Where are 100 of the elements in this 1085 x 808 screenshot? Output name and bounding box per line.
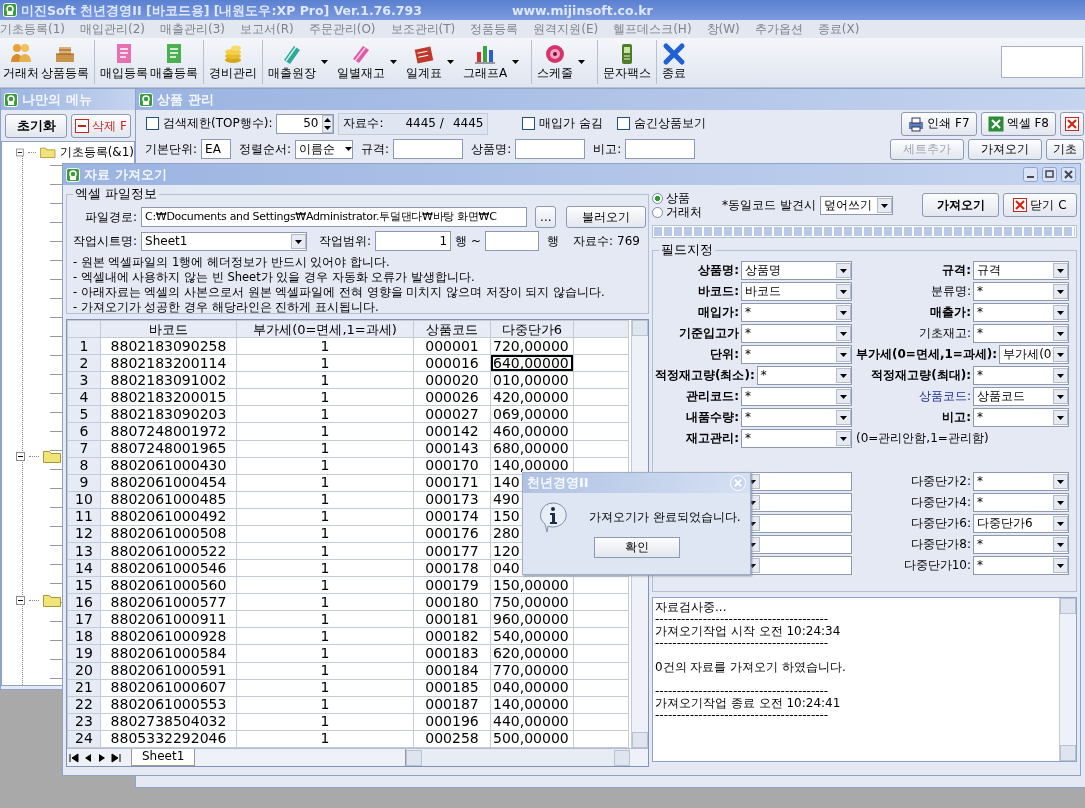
dropdown[interactable]: * <box>973 556 1069 575</box>
close-button[interactable] <box>1060 111 1084 136</box>
checkbox[interactable] <box>522 117 536 130</box>
dropdown-arrow-icon[interactable] <box>321 60 328 64</box>
toolbar-button[interactable]: 종료 <box>661 40 688 83</box>
close-button[interactable]: 닫기 C <box>1003 193 1077 217</box>
dropdown[interactable]: * <box>741 408 852 427</box>
delete-button[interactable]: 삭제 F <box>71 114 131 138</box>
caret-icon[interactable] <box>1053 347 1068 362</box>
column-header[interactable]: 부가세(0=면세,1=과세) <box>236 320 414 338</box>
dropdown[interactable]: * <box>741 303 852 322</box>
toolbar-button[interactable]: 매출원장 <box>267 40 317 83</box>
dropdown[interactable]: 바코드 <box>741 282 852 301</box>
input-field[interactable] <box>625 139 696 159</box>
dropdown[interactable]: * <box>973 535 1069 554</box>
dropdown[interactable]: * <box>973 324 1069 343</box>
dropdown[interactable]: Sheet1 <box>141 231 308 251</box>
toolbar-button[interactable]: 경비관리 <box>208 40 258 83</box>
caret-icon[interactable] <box>836 347 851 362</box>
checkbox[interactable] <box>146 117 159 130</box>
input-field[interactable]: EA <box>201 139 232 159</box>
checkbox[interactable] <box>617 117 631 130</box>
spin-field[interactable]: 50 <box>276 113 335 134</box>
excel-button[interactable]: 엑셀 F8 <box>980 111 1056 136</box>
caret-icon[interactable] <box>836 326 851 341</box>
dropdown[interactable]: * <box>741 387 852 406</box>
column-header[interactable]: 바코드 <box>100 320 237 338</box>
dropdown[interactable]: 다중단가6 <box>973 514 1069 533</box>
reset-button[interactable]: 초기화 <box>5 114 68 138</box>
column-header[interactable]: 다중단가6 <box>490 320 574 338</box>
dropdown[interactable]: * <box>741 324 852 343</box>
caret-icon[interactable] <box>1053 537 1068 552</box>
import-button[interactable]: 가져오기 <box>922 193 999 217</box>
caret-icon[interactable] <box>836 284 851 299</box>
dropdown-arrow-icon[interactable] <box>447 60 454 64</box>
caret-icon[interactable] <box>1053 474 1068 489</box>
text-field[interactable] <box>1001 46 1083 78</box>
caret-icon[interactable] <box>876 197 892 213</box>
toolbar-button[interactable]: 일별재고 <box>336 40 386 83</box>
dropdown[interactable]: 규격 <box>973 261 1069 280</box>
input-field[interactable] <box>393 139 464 159</box>
toolbar-button[interactable]: 상품등록 <box>40 40 90 83</box>
input-field[interactable] <box>484 231 539 251</box>
toolbar-button[interactable]: 문자팩스 <box>602 40 653 83</box>
dropdown[interactable]: * <box>741 429 852 448</box>
button[interactable]: 가져오기 <box>968 138 1042 160</box>
toolbar-button[interactable]: 매입등록 <box>99 40 149 83</box>
radio-button[interactable] <box>652 206 663 218</box>
caret-icon[interactable] <box>836 263 851 278</box>
radio-button[interactable] <box>652 192 663 204</box>
scrollbar[interactable] <box>1059 598 1076 761</box>
tree-item[interactable]: 기초등록(&1) <box>59 144 134 160</box>
caret-icon[interactable] <box>291 233 307 249</box>
toolbar-button[interactable]: 일계표 <box>405 40 443 83</box>
caret-icon[interactable] <box>1053 389 1068 404</box>
dropdown[interactable]: * <box>973 366 1069 385</box>
caret-icon[interactable] <box>836 368 851 383</box>
ok-button[interactable]: 확인 <box>593 537 680 558</box>
expander-icon[interactable] <box>16 147 24 157</box>
input-field[interactable]: C:₩Documents and Settings₩Administrator.투덜댄다₩바탕 화면₩C <box>141 207 528 227</box>
dropdown[interactable]: * <box>973 408 1069 427</box>
minimize-button[interactable] <box>1023 167 1038 182</box>
dropdown[interactable]: * <box>756 366 852 385</box>
input-field[interactable]: 1 <box>375 231 452 251</box>
dropdown[interactable]: 이름순 <box>295 139 354 159</box>
dropdown[interactable]: * <box>973 303 1069 322</box>
caret-icon[interactable] <box>1053 263 1068 278</box>
toolbar-button[interactable]: 매출등록 <box>149 40 199 83</box>
load-button[interactable]: 불러오기 <box>566 206 646 228</box>
dropdown[interactable]: * <box>973 493 1069 512</box>
caret-icon[interactable] <box>836 389 851 404</box>
toolbar-button[interactable]: 거래처 <box>2 40 40 83</box>
first-page-icon[interactable] <box>67 751 81 764</box>
dropdown-arrow-icon[interactable] <box>578 60 586 64</box>
dropdown[interactable]: 덮어쓰기 <box>819 195 893 215</box>
dropdown[interactable]: * <box>973 472 1069 491</box>
dropdown[interactable]: 부가세(0 <box>999 345 1069 364</box>
caret-icon[interactable] <box>1053 495 1068 510</box>
caret-icon[interactable] <box>836 305 851 320</box>
browse-button[interactable]: ... <box>535 206 557 228</box>
sheet-tab[interactable]: Sheet1 <box>131 749 196 766</box>
caret-icon[interactable] <box>1053 558 1068 573</box>
column-header[interactable]: 상품코드 <box>413 320 491 338</box>
spinner-icon[interactable] <box>322 114 334 133</box>
button[interactable]: 기초 <box>1046 138 1084 160</box>
expander-icon[interactable] <box>16 595 25 605</box>
print-button[interactable]: 인쇄 F7 <box>901 111 977 136</box>
caret-icon[interactable] <box>1053 326 1068 341</box>
dropdown[interactable]: * <box>973 282 1069 301</box>
toolbar-button[interactable]: 그래프A <box>462 40 509 83</box>
caret-icon[interactable] <box>1053 516 1068 531</box>
dropdown-arrow-icon[interactable] <box>390 60 397 64</box>
maximize-button[interactable] <box>1042 167 1057 182</box>
caret-icon[interactable] <box>836 410 851 425</box>
caret-icon[interactable] <box>1053 284 1068 299</box>
scrollbar[interactable] <box>405 749 630 766</box>
toolbar-button[interactable]: 스케줄 <box>536 40 575 83</box>
expander-icon[interactable] <box>16 451 25 461</box>
dropdown[interactable]: 상품코드 <box>973 387 1069 406</box>
caret-icon[interactable] <box>836 431 851 446</box>
